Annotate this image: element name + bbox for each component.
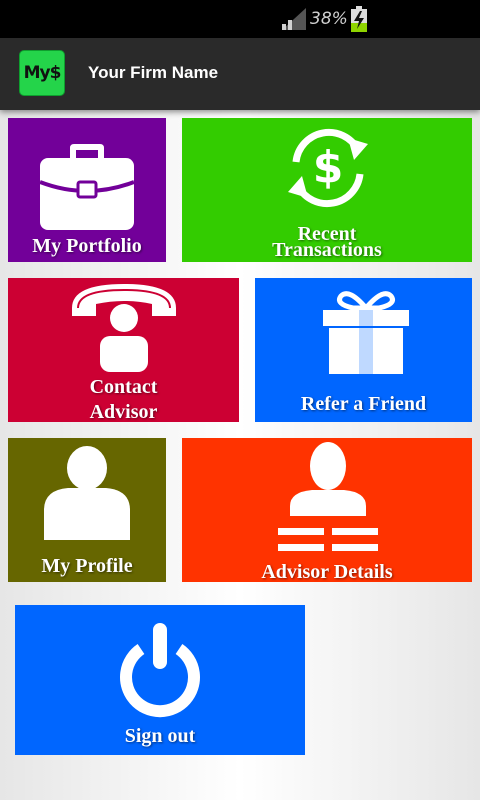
battery-percent: 38% [310,9,348,29]
briefcase-icon [40,144,134,230]
refer-a-friend-label: Refer a Friend [300,393,427,415]
recent-transactions-label-line2: Transactions [272,239,382,261]
contact-advisor-label-line2: Advisor [89,401,158,423]
dollar-refresh-icon: $ [288,128,368,208]
firm-name-title: Your Firm Name [88,63,219,82]
status-bar: 38% [0,0,480,38]
power-icon [120,623,200,718]
my-portfolio-tile[interactable]: My Portfolio [8,118,166,262]
app-bar: My$ Your Firm Name [0,38,480,110]
my-profile-tile[interactable]: My Profile [8,438,166,582]
app-logo[interactable]: My$ [19,50,65,96]
refer-a-friend-tile[interactable]: Refer a Friend [255,278,472,422]
advisor-details-label: Advisor Details [261,561,393,583]
recent-transactions-tile[interactable]: $ Recent Transactions [182,118,472,262]
sign-out-label: Sign out [124,725,196,747]
my-profile-label: My Profile [41,555,133,577]
phone-person-icon [72,284,176,372]
my-portfolio-label: My Portfolio [32,235,142,257]
gift-icon [323,291,409,374]
battery-charging-icon [351,6,367,32]
contact-advisor-tile[interactable]: Contact Advisor [8,278,239,422]
svg-text:$: $ [313,142,344,193]
signal-icon [282,8,306,30]
sign-out-tile[interactable]: Sign out [15,605,305,755]
user-card-icon [278,442,378,551]
advisor-details-tile[interactable]: Advisor Details [182,438,472,582]
contact-advisor-label-line1: Contact [89,376,158,398]
user-icon [44,446,130,540]
